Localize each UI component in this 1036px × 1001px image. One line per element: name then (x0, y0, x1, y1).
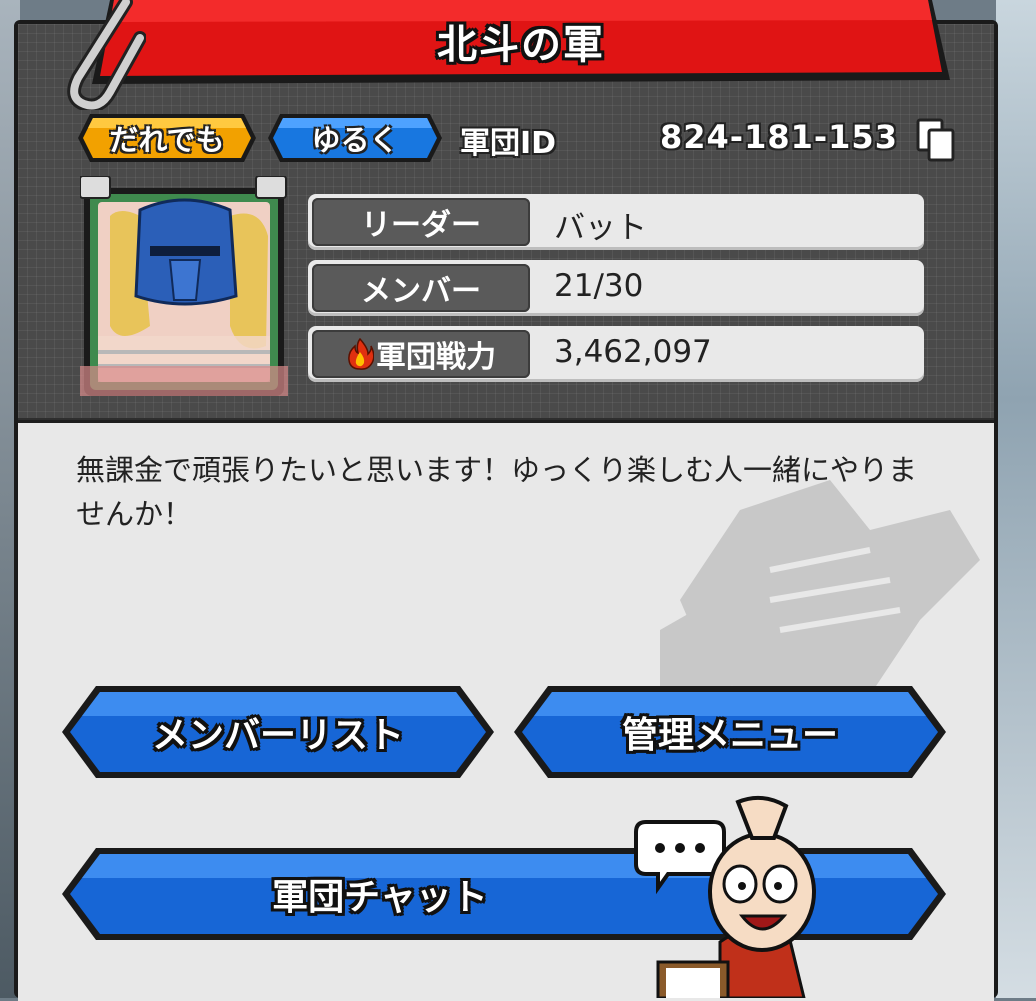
admin-menu-label: 管理メニュー (621, 715, 838, 756)
tag-casual: ゆるく (266, 112, 444, 164)
fire-icon (348, 338, 374, 370)
guild-id-label: 軍団ID (460, 126, 557, 161)
admin-menu-button[interactable]: 管理メニュー (512, 684, 948, 780)
power-label: 軍団戦力 (376, 340, 496, 375)
leader-avatar[interactable] (80, 176, 288, 398)
mascot-with-speech-bubble (634, 795, 816, 998)
power-row: 軍団戦力 3,462,097 (308, 326, 924, 382)
members-label: メンバー (312, 264, 530, 312)
power-value: 3,462,097 (554, 334, 712, 370)
members-value: 21/30 (554, 268, 644, 304)
guild-description: 無課金で頑張りたいと思います！ゆっくり楽しむ人一緒にやりませんか！ (76, 453, 918, 531)
power-label-box: 軍団戦力 (312, 330, 530, 378)
leader-row: リーダー バット (308, 194, 924, 250)
tag-open-to-all: だれでも (76, 112, 258, 164)
copy-icon[interactable] (916, 118, 956, 162)
leader-value: バット (554, 210, 647, 246)
guild-id-value: 824-181-153 (660, 118, 898, 156)
leader-label: リーダー (312, 198, 530, 246)
guild-name: 北斗の軍 (437, 22, 605, 68)
guild-chat-label: 軍団チャット (272, 877, 488, 918)
tag-label: ゆるく (311, 123, 399, 157)
paperclip-icon (67, 0, 146, 110)
member-list-button[interactable]: メンバーリスト (60, 684, 496, 780)
background-right (996, 0, 1036, 998)
member-list-label: メンバーリスト (151, 715, 404, 756)
tag-label: だれでも (109, 123, 225, 157)
members-row: メンバー 21/30 (308, 260, 924, 316)
